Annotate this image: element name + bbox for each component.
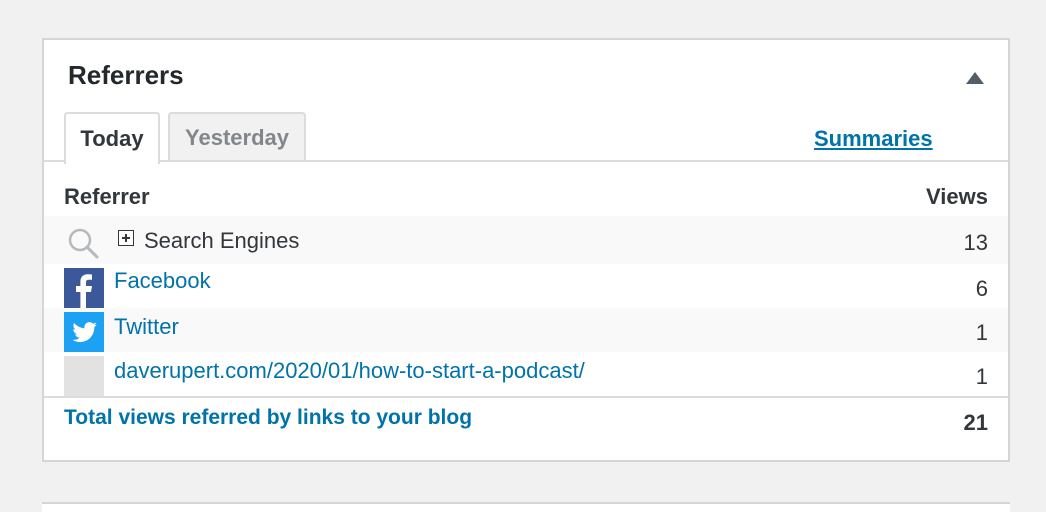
table-row-search-engines: Search Engines 13 xyxy=(44,216,1008,264)
facebook-icon xyxy=(64,268,104,308)
next-widget-edge xyxy=(42,502,1010,512)
views-count: 6 xyxy=(975,276,988,301)
referrer-link-facebook[interactable]: Facebook xyxy=(114,268,211,294)
twitter-icon xyxy=(64,312,104,352)
total-divider xyxy=(44,396,1008,398)
total-views-link[interactable]: Total views referred by links to your bl… xyxy=(64,406,472,430)
blank-favicon-icon xyxy=(64,356,104,396)
table-row-daverupert: daverupert.com/2020/01/how-to-start-a-po… xyxy=(44,352,1008,396)
referrers-widget: Referrers Today Yesterday Summaries Refe… xyxy=(42,38,1010,462)
referrer-link-twitter[interactable]: Twitter xyxy=(114,314,179,340)
total-views-count: 21 xyxy=(963,410,988,435)
views-count: 13 xyxy=(963,230,988,255)
collapse-toggle-icon[interactable] xyxy=(966,72,984,84)
tab-today[interactable]: Today xyxy=(64,112,160,164)
column-header-referrer: Referrer xyxy=(64,184,150,209)
referrer-label: Search Engines xyxy=(144,228,300,253)
tabs-divider xyxy=(44,160,1008,162)
views-count: 1 xyxy=(975,320,988,345)
referrer-link-daverupert[interactable]: daverupert.com/2020/01/how-to-start-a-po… xyxy=(114,358,585,384)
summaries-link[interactable]: Summaries xyxy=(814,126,933,152)
views-count: 1 xyxy=(975,364,988,389)
table-row-twitter: Twitter 1 xyxy=(44,308,1008,352)
column-header-views: Views xyxy=(926,184,988,209)
widget-title: Referrers xyxy=(68,60,184,90)
table-row-facebook: Facebook 6 xyxy=(44,264,1008,308)
search-icon xyxy=(68,228,99,259)
expand-plus-icon[interactable] xyxy=(118,230,134,246)
tab-yesterday[interactable]: Yesterday xyxy=(168,112,306,162)
